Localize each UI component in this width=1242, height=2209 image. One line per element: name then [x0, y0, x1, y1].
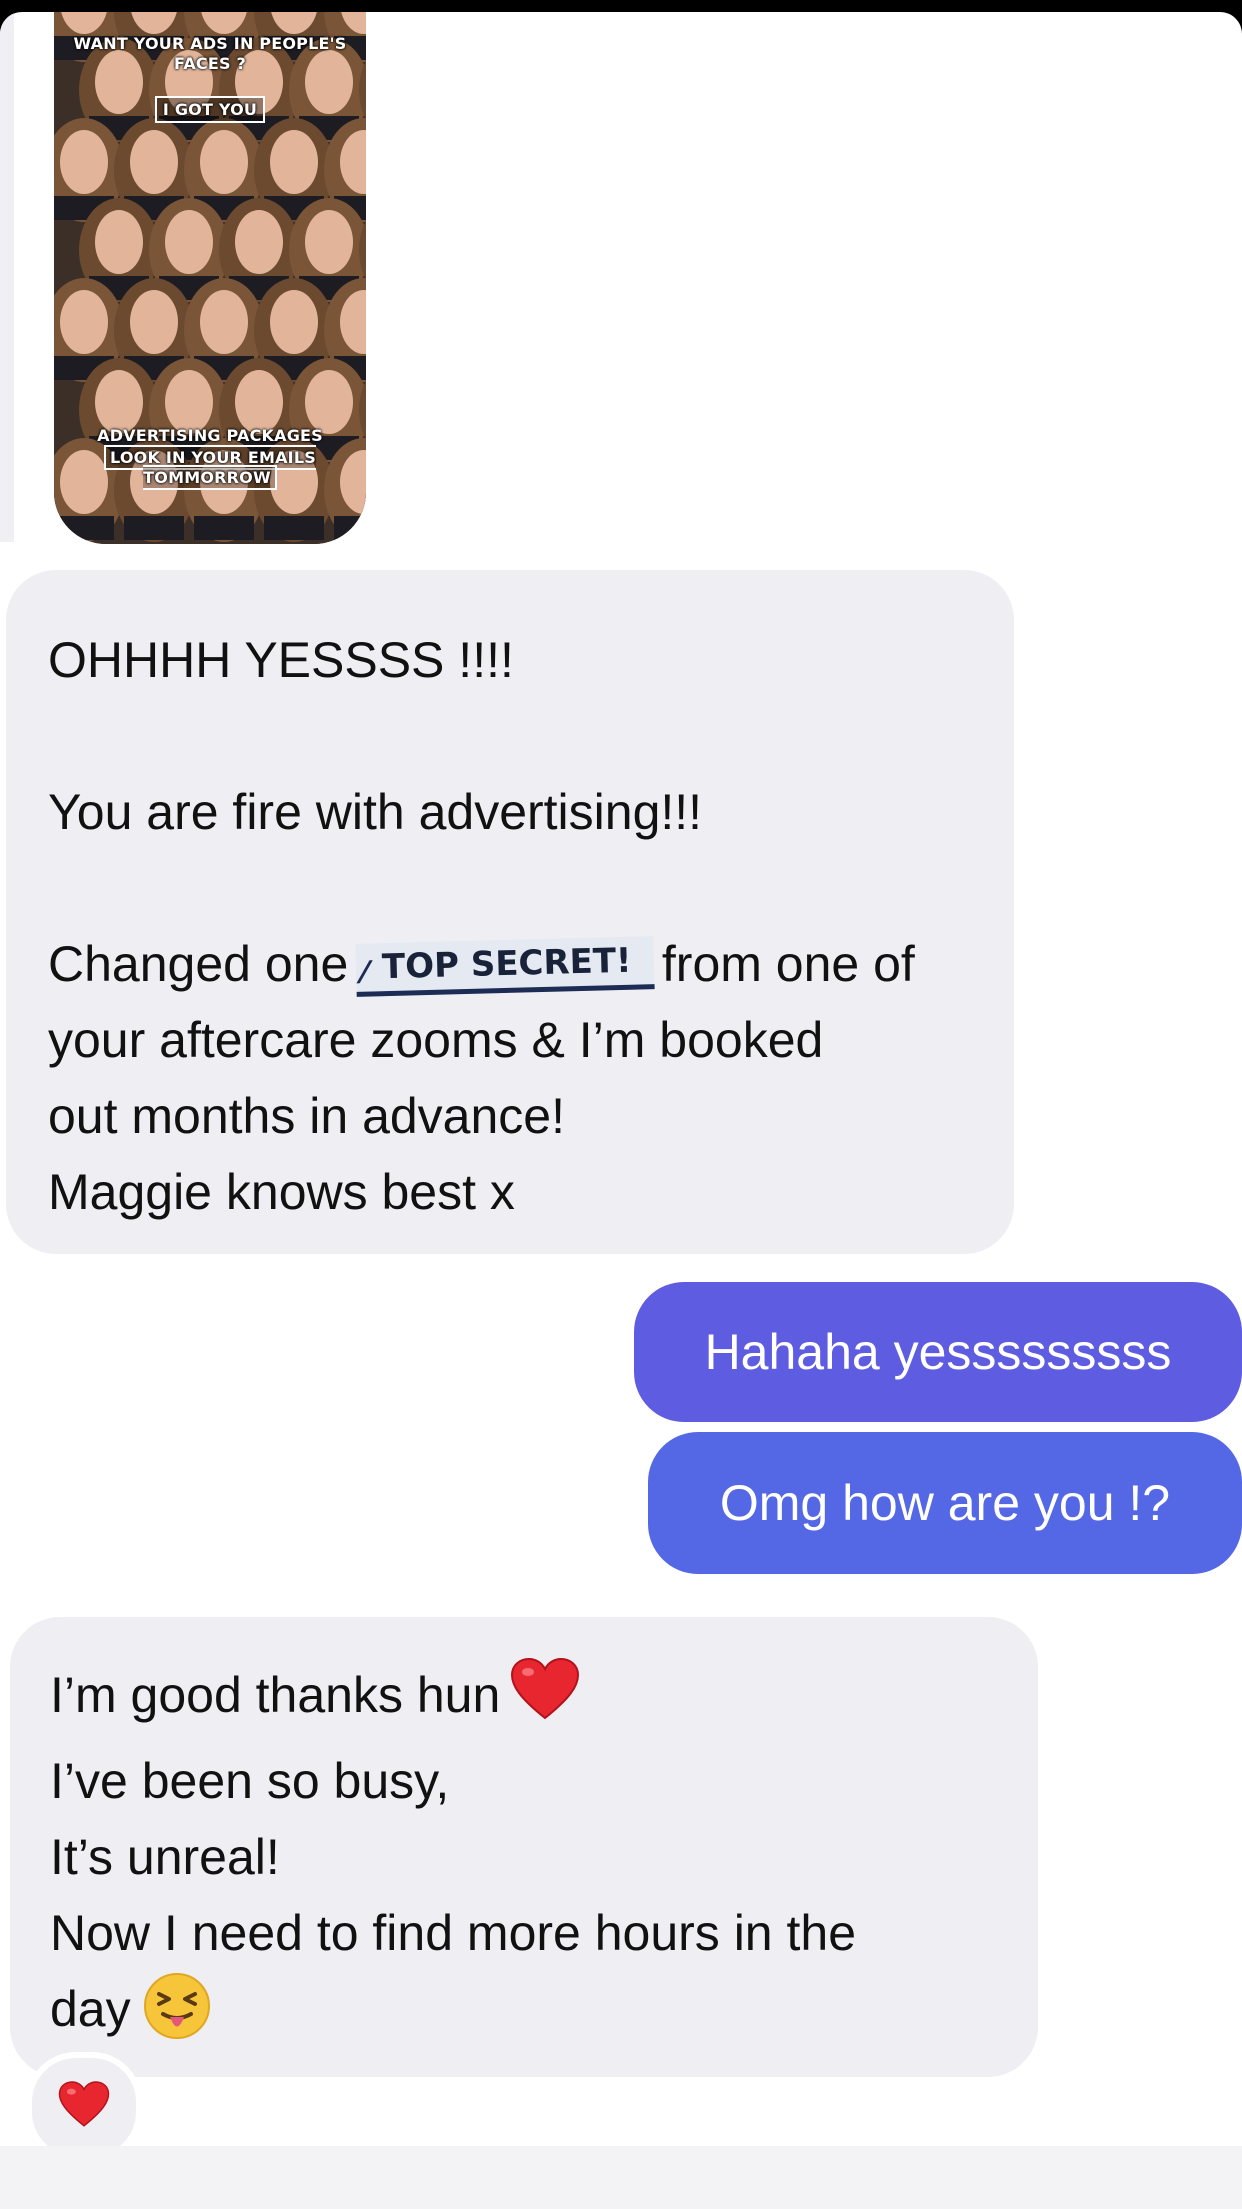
chat-screen: WANT YOUR ADS IN PEOPLE'S FACES ? I GOT …	[0, 12, 1242, 2209]
collage-face	[270, 130, 318, 194]
story-thumbnail[interactable]: WANT YOUR ADS IN PEOPLE'S FACES ? I GOT …	[54, 12, 366, 544]
collage-face	[130, 130, 178, 194]
sent-message-bubble[interactable]: Hahaha yesssssssss	[634, 1282, 1242, 1422]
received-message-bubble[interactable]: OHHHH YESSSS !!!! You are fire with adve…	[6, 570, 1014, 1254]
message-line: I’m good thanks hun	[50, 1657, 998, 1743]
squinting-face-with-tongue-emoji-icon	[143, 1972, 211, 2061]
collage-shirt	[54, 516, 114, 540]
message-line: You are fire with advertising!!!	[48, 784, 703, 840]
red-heart-reaction-icon	[58, 2080, 110, 2134]
collage-face	[130, 290, 178, 354]
collage-face	[270, 290, 318, 354]
received-message-bubble[interactable]: I’m good thanks hun I’ve been so busy, I…	[10, 1617, 1038, 2077]
message-text: from one of	[661, 936, 915, 992]
message-line: It’s unreal!	[50, 1829, 280, 1885]
sticker-tick-mark: ⁄	[361, 955, 368, 991]
red-heart-emoji-icon	[510, 1657, 580, 1743]
collage-face	[200, 290, 248, 354]
collage-face	[60, 290, 108, 354]
sent-message-text: Omg how are you !?	[719, 1475, 1171, 1531]
message-text: day	[50, 1981, 131, 2037]
message-line: Now I need to find more hours in the	[50, 1905, 857, 1961]
collage-shirt	[334, 516, 366, 540]
collage-face	[200, 130, 248, 194]
story-caption-mid-text: I GOT YOU	[154, 96, 266, 123]
collage-face	[305, 370, 353, 434]
story-caption-top: WANT YOUR ADS IN PEOPLE'S FACES ?	[73, 34, 347, 73]
collage-face	[95, 210, 143, 274]
collage-face	[165, 370, 213, 434]
collage-shirt	[194, 516, 254, 540]
collage-face	[60, 130, 108, 194]
message-line-with-sticker: Changed one ⁄ TOP SECRET! from one of	[48, 926, 974, 1002]
collage-shirt	[124, 516, 184, 540]
message-text: I’m good thanks hun	[50, 1667, 501, 1723]
message-line: your aftercare zooms & I’m booked	[48, 1012, 824, 1068]
bottom-bar	[0, 2146, 1242, 2209]
sent-message-bubble[interactable]: Omg how are you !?	[648, 1432, 1242, 1574]
collage-face	[235, 210, 283, 274]
sent-message-text: Hahaha yesssssssss	[704, 1324, 1172, 1380]
collage-face	[95, 370, 143, 434]
story-caption-mid: I GOT YOU	[54, 96, 366, 123]
left-edge-strip	[0, 12, 14, 542]
top-secret-sticker-text: TOP SECRET!	[381, 940, 633, 988]
message-line: day	[50, 1971, 998, 2061]
message-line: Maggie knows best x	[48, 1164, 515, 1220]
story-caption-bottom-2-text: LOOK IN YOUR EMAILS TOMMORROW	[104, 445, 316, 490]
collage-face	[235, 370, 283, 434]
message-line: out months in advance!	[48, 1088, 565, 1144]
collage-face	[165, 210, 213, 274]
story-caption-bottom-1: ADVERTISING PACKAGES	[97, 426, 323, 445]
message-line: OHHHH YESSSS !!!!	[48, 632, 514, 688]
message-line: I’ve been so busy,	[50, 1753, 450, 1809]
collage-shirt	[264, 516, 324, 540]
story-caption-bottom-2: LOOK IN YOUR EMAILS TOMMORROW	[54, 445, 366, 490]
top-secret-sticker: ⁄ TOP SECRET!	[355, 936, 655, 997]
message-text: Changed one	[48, 936, 349, 992]
collage-face	[305, 210, 353, 274]
